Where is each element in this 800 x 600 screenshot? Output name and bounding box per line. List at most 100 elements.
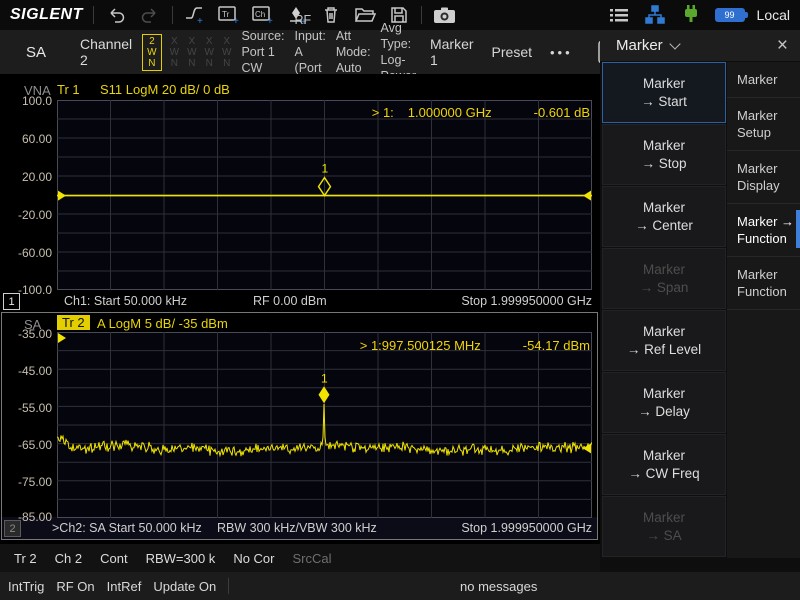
close-icon[interactable]: × xyxy=(777,36,788,55)
vna-ytick: -20.00 xyxy=(0,208,52,222)
marker-side-panel: Marker × Marker→ Start Marker→ Stop Mark… xyxy=(600,30,800,572)
trace-add-icon[interactable]: Tr+ xyxy=(217,4,241,26)
svg-text:1: 1 xyxy=(322,162,329,176)
svg-text:+: + xyxy=(267,16,273,26)
marker-to-span-button: Marker→ Span xyxy=(602,248,726,309)
status-inttrig: IntTrig xyxy=(8,579,44,594)
divider xyxy=(228,578,229,594)
status-rfon: RF On xyxy=(56,579,94,594)
marker-to-delay-button[interactable]: Marker→ Delay xyxy=(602,372,726,433)
menu-item-marker-setup[interactable]: MarkerSetup xyxy=(727,98,800,151)
mode-label[interactable]: Local xyxy=(757,7,790,23)
svg-text:Ch: Ch xyxy=(255,10,265,19)
menu-item-marker[interactable]: Marker xyxy=(727,62,800,98)
svg-text:1: 1 xyxy=(321,371,328,385)
redo-icon[interactable] xyxy=(138,4,162,26)
sa-plot[interactable]: 1 xyxy=(57,332,592,518)
divider xyxy=(93,6,94,24)
channel-slot-inactive[interactable]: XWN xyxy=(222,36,231,69)
trace-status-bar: Tr 2 Ch 2 Cont RBW=300 k No Cor SrcCal xyxy=(0,544,600,572)
vna-trace-info[interactable]: S11 LogM 20 dB/ 0 dB xyxy=(100,82,230,97)
sa-start-label: >Ch2: SA Start 50.000 kHz xyxy=(52,521,202,535)
svg-text:Tr: Tr xyxy=(222,10,230,19)
svg-text:+: + xyxy=(197,16,203,26)
sa-trace-label[interactable]: Tr 2 xyxy=(57,315,90,330)
vna-ytick: 60.00 xyxy=(0,132,52,146)
marker-to-center-button[interactable]: Marker→ Center xyxy=(602,186,726,247)
menu-item-marker-function[interactable]: MarkerFunction xyxy=(727,257,800,310)
marker-to-stop-button[interactable]: Marker→ Stop xyxy=(602,124,726,185)
source-field[interactable]: Source: Port 1 CW xyxy=(241,28,284,76)
menu-bar: SA Channel 2 2 W N XWN XWN XWN XWN Sourc… xyxy=(0,30,600,74)
battery-level: 99 xyxy=(725,10,735,20)
siglent-logo: SIGLENT xyxy=(10,6,83,24)
channel-add-icon[interactable]: Ch+ xyxy=(251,4,275,26)
undo-icon[interactable] xyxy=(104,4,128,26)
message-area: no messages xyxy=(460,579,537,594)
marker-to-cwfreq-button[interactable]: Marker→ CW Freq xyxy=(602,434,726,495)
status-nocor[interactable]: No Cor xyxy=(233,551,274,566)
vna-start-label: Ch1: Start 50.000 kHz xyxy=(64,294,187,308)
channel-slot-inactive[interactable]: XWN xyxy=(205,36,214,69)
marker-to-start-button[interactable]: Marker→ Start xyxy=(602,62,726,123)
status-rbw[interactable]: RBW=300 k xyxy=(146,551,216,566)
step-add-icon[interactable]: + xyxy=(183,4,207,26)
status-cont[interactable]: Cont xyxy=(100,551,127,566)
menu-item-marker-display[interactable]: MarkerDisplay xyxy=(727,151,800,204)
sa-ytick: -45.00 xyxy=(0,364,52,378)
sa-trace-info[interactable]: A LogM 5 dB/ -35 dBm xyxy=(97,316,228,331)
marker-button-column: Marker→ Start Marker→ Stop Marker→ Cente… xyxy=(602,62,726,557)
sa-ytick: -55.00 xyxy=(0,401,52,415)
app-selector[interactable]: SA xyxy=(18,44,60,61)
system-status-bar: IntTrig RF On IntRef Update On no messag… xyxy=(0,572,800,600)
menu-item-marker-function-arrow[interactable]: Marker →Function xyxy=(727,204,800,257)
sa-channel-badge[interactable]: 2 xyxy=(4,520,21,537)
more-button[interactable]: ••• xyxy=(546,45,577,60)
status-intref: IntRef xyxy=(107,579,142,594)
channel-slots: 2 W N XWN XWN XWN XWN xyxy=(142,34,231,71)
status-ch[interactable]: Ch 2 xyxy=(55,551,82,566)
divider xyxy=(421,6,422,24)
vna-stop-label: Stop 1.999950000 GHz xyxy=(461,294,592,308)
titlebar-right: 99 Local xyxy=(607,4,790,26)
panel-title[interactable]: Marker xyxy=(616,37,663,54)
status-tr[interactable]: Tr 2 xyxy=(14,551,37,566)
instrument-screen: SIGLENT + Tr+ Ch+ + xyxy=(0,0,800,600)
vna-marker-readout: > 1: 1.000000 GHz -0.601 dB xyxy=(372,105,590,120)
vna-plot[interactable]: 1 xyxy=(57,100,592,290)
status-update: Update On xyxy=(153,579,216,594)
folder-icon[interactable] xyxy=(353,4,377,26)
divider xyxy=(172,6,173,24)
menu-icon[interactable] xyxy=(607,4,631,26)
vna-trace-label[interactable]: Tr 1 xyxy=(57,82,80,97)
marker-to-sa-button: Marker→ SA xyxy=(602,496,726,557)
channel-slot-active[interactable]: 2 W N xyxy=(142,34,161,71)
sa-ytick: -65.00 xyxy=(0,438,52,452)
sa-rbw-label: RBW 300 kHz/VBW 300 kHz xyxy=(217,521,377,535)
chevron-down-icon xyxy=(669,38,680,49)
svg-text:+: + xyxy=(233,16,239,26)
sa-ytick: -75.00 xyxy=(0,475,52,489)
sa-marker-readout: > 1:997.500125 MHz -54.17 dBm xyxy=(360,338,590,353)
vna-rf-label: RF 0.00 dBm xyxy=(253,294,327,308)
att-mode-field[interactable]: Att Mode: Auto xyxy=(336,28,371,76)
channel-slot-inactive[interactable]: XWN xyxy=(170,36,179,69)
vna-ytick: -60.00 xyxy=(0,246,52,260)
vna-ytick: 100.0 xyxy=(0,94,52,108)
status-srccal[interactable]: SrcCal xyxy=(293,551,332,566)
network-icon[interactable] xyxy=(643,4,667,26)
camera-icon[interactable] xyxy=(432,4,456,26)
vna-ytick: 20.00 xyxy=(0,170,52,184)
vna-channel-badge[interactable]: 1 xyxy=(3,293,20,310)
sa-ytick: -35.00 xyxy=(0,327,52,341)
panel-header: Marker × xyxy=(600,30,800,61)
preset-button[interactable]: Preset xyxy=(488,44,536,60)
marker-menu-column: Marker MarkerSetup MarkerDisplay Marker … xyxy=(727,62,800,558)
marker-button[interactable]: Marker 1 xyxy=(426,36,478,68)
channel-label[interactable]: Channel 2 xyxy=(80,36,132,68)
sa-stop-label: Stop 1.999950000 GHz xyxy=(461,521,592,535)
battery-icon: 99 xyxy=(715,8,745,22)
marker-to-reflevel-button[interactable]: Marker→ Ref Level xyxy=(602,310,726,371)
power-plug-icon[interactable] xyxy=(679,4,703,26)
channel-slot-inactive[interactable]: XWN xyxy=(187,36,196,69)
